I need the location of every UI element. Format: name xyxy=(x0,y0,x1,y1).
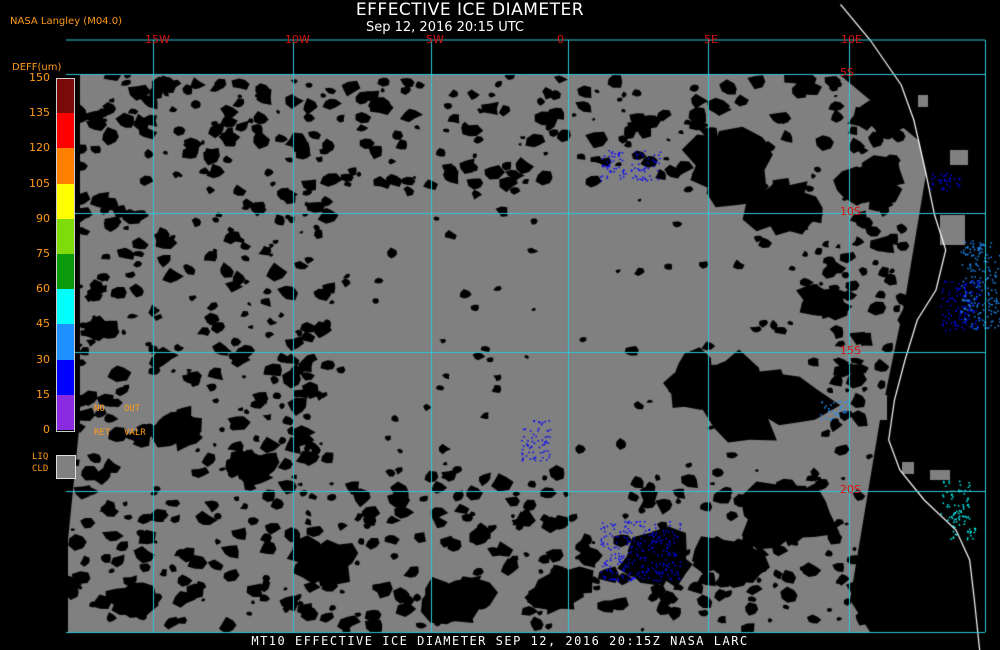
colorbar-tick-label: 90 xyxy=(36,211,50,225)
colorbar-frame xyxy=(56,78,75,432)
map-subtitle: Sep 12, 2016 20:15 UTC xyxy=(365,20,525,35)
latitude-label: 15S xyxy=(840,344,861,357)
legend-no: NO xyxy=(94,404,105,414)
longitude-label: 0 xyxy=(557,33,564,46)
colorbar-tick-label: 30 xyxy=(36,352,50,366)
longitude-label: 15W xyxy=(145,33,170,46)
legend-cld: CLD xyxy=(32,464,49,474)
colorbar-tick-label: 150 xyxy=(29,71,50,84)
latitude-label: 20S xyxy=(840,483,861,496)
colorbar-tick-label: 105 xyxy=(29,176,50,190)
legend-ret: RET xyxy=(94,428,111,438)
latitude-label: 5S xyxy=(840,66,854,79)
colorbar-tick-label: 45 xyxy=(36,317,50,331)
colorbar-tick-label: 120 xyxy=(29,141,50,155)
colorbar-tick-label: 15 xyxy=(36,387,50,401)
longitude-label: 10W xyxy=(285,33,310,46)
colorbar-tick-label: 135 xyxy=(29,106,50,120)
source-label: NASA Langley (M04.0) xyxy=(10,16,122,27)
liquid-cloud-swatch xyxy=(56,455,76,479)
colorbar-tick-label: 75 xyxy=(36,247,50,260)
legend-valr: VALR xyxy=(124,428,146,438)
cloud-map xyxy=(0,0,1000,650)
footer-caption: MT10 EFFECTIVE ICE DIAMETER SEP 12, 2016… xyxy=(251,634,749,648)
longitude-label: 5E xyxy=(704,33,718,46)
colorbar-tick-label: 0 xyxy=(43,423,50,436)
longitude-label: 5W xyxy=(426,33,444,46)
map-title: EFFECTIVE ICE DIAMETER xyxy=(355,0,585,20)
colorbar-tick-label: 60 xyxy=(36,282,50,296)
latitude-label: 10S xyxy=(840,205,861,218)
legend-out: OUT xyxy=(124,404,141,414)
legend-liq: LIQ xyxy=(32,452,49,462)
longitude-label: 10E xyxy=(841,33,862,46)
